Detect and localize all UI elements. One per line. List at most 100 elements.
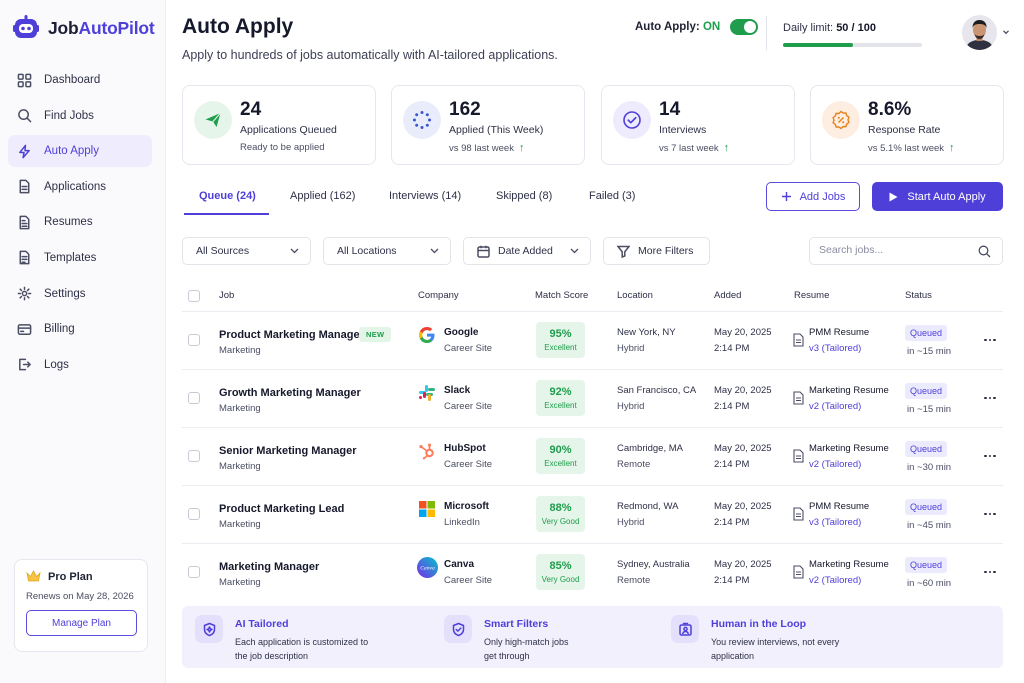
search-input[interactable] [819, 244, 969, 256]
sidebar-item-find-jobs[interactable]: Find Jobs [8, 100, 152, 132]
company-source: Career Site [444, 459, 493, 470]
resume-version-link[interactable]: v2 (Tailored) [809, 575, 861, 586]
row-menu-icon[interactable] [984, 392, 996, 404]
sources-filter[interactable]: All Sources [182, 237, 311, 265]
robot-logo-icon [13, 15, 39, 38]
row-checkbox[interactable] [188, 392, 200, 404]
row-checkbox[interactable] [188, 450, 200, 462]
stat-label: Applied (This Week) [449, 124, 544, 136]
search-icon[interactable] [978, 245, 991, 258]
resume-name: Marketing Resume [809, 443, 889, 454]
sidebar-item-logs[interactable]: Logs [8, 349, 152, 381]
template-icon [19, 251, 30, 265]
column-header-added[interactable]: Added [714, 290, 741, 301]
add-jobs-button[interactable]: Add Jobs [766, 182, 860, 211]
table-row[interactable]: Growth Marketing Manager Marketing Slack… [182, 370, 1003, 428]
row-menu-icon[interactable] [984, 450, 996, 462]
company-name: Canva [444, 559, 475, 570]
resume-file-icon [793, 565, 804, 579]
google-logo-icon [419, 327, 435, 343]
row-menu-icon[interactable] [984, 508, 996, 520]
stat-label: Interviews [659, 124, 707, 136]
percent-badge-icon [822, 101, 860, 139]
file-icon [19, 215, 30, 230]
check-circle-icon [613, 101, 651, 139]
column-header-company[interactable]: Company [418, 290, 459, 301]
sidebar-item-resumes[interactable]: Resumes [8, 206, 152, 238]
match-score: 85% Very Good [536, 554, 585, 590]
sidebar-item-billing[interactable]: Billing [8, 313, 152, 345]
resume-version-link[interactable]: v2 (Tailored) [809, 459, 861, 470]
job-title[interactable]: Product Marketing Lead [219, 503, 344, 515]
manage-plan-button[interactable]: Manage Plan [26, 610, 137, 636]
location-mode: Remote [617, 575, 651, 586]
select-all-checkbox[interactable] [188, 290, 200, 302]
resume-file-icon [793, 333, 804, 347]
sidebar-item-settings[interactable]: Settings [8, 278, 152, 310]
chevron-down-icon[interactable] [1001, 27, 1011, 37]
job-title[interactable]: Growth Marketing Manager [219, 387, 361, 399]
more-filters-button[interactable]: More Filters [603, 237, 710, 265]
resume-name: PMM Resume [809, 501, 870, 512]
new-badge: NEW [359, 327, 392, 342]
locations-filter[interactable]: All Locations [323, 237, 451, 265]
resume-name: Marketing Resume [809, 385, 889, 396]
row-menu-icon[interactable] [984, 566, 996, 578]
row-checkbox[interactable] [188, 508, 200, 520]
trend-up-icon: ↑ [949, 142, 955, 154]
auto-apply-toggle[interactable] [730, 19, 759, 35]
table-row[interactable]: Product Marketing Manager NEW Marketing … [182, 312, 1003, 370]
added-date: May 20, 2025 [714, 385, 772, 396]
stat-label: Applications Queued [240, 124, 337, 136]
status-badge: Queued [905, 557, 948, 573]
table-row[interactable]: Product Marketing Lead Marketing Microso… [182, 486, 1003, 544]
column-header-resume[interactable]: Resume [794, 290, 829, 301]
location-mode: Hybrid [617, 401, 645, 412]
column-header-status[interactable]: Status [905, 290, 932, 301]
company-name: Slack [444, 385, 471, 396]
added-time: 2:14 PM [714, 459, 750, 470]
feature-description: Each application is customized to the jo… [235, 637, 369, 661]
tab-skipped[interactable]: Skipped (8) [496, 190, 552, 202]
sidebar-item-templates[interactable]: Templates [8, 242, 152, 274]
row-checkbox[interactable] [188, 334, 200, 346]
table-row[interactable]: Marketing Manager Marketing Canva Canva … [182, 544, 1003, 602]
stat-subtext: vs 5.1% last week ↑ [868, 142, 955, 154]
status-badge: Queued [905, 441, 948, 457]
location-city: New York, NY [617, 327, 676, 338]
tab-applied[interactable]: Applied (162) [290, 190, 355, 202]
page-title: Auto Apply [182, 15, 294, 38]
sidebar: JobAutoPilot Dashboard Find Jobs Auto Ap… [0, 0, 166, 683]
filter-icon [617, 245, 630, 258]
sidebar-item-applications[interactable]: Applications [8, 171, 152, 203]
status-eta: in ~45 min [907, 520, 952, 531]
company-source: Career Site [444, 575, 493, 586]
column-header-job[interactable]: Job [219, 290, 234, 301]
location-city: Sydney, Australia [617, 559, 690, 570]
tab-failed[interactable]: Failed (3) [589, 190, 635, 202]
date-added-filter[interactable]: Date Added [463, 237, 591, 265]
brand[interactable]: JobAutoPilot [12, 14, 155, 42]
row-menu-icon[interactable] [984, 334, 996, 346]
table-row[interactable]: Senior Marketing Manager Marketing HubSp… [182, 428, 1003, 486]
sidebar-item-dashboard[interactable]: Dashboard [8, 64, 152, 96]
column-header-location[interactable]: Location [617, 290, 653, 301]
added-date: May 20, 2025 [714, 559, 772, 570]
start-auto-apply-button[interactable]: Start Auto Apply [872, 182, 1003, 211]
job-title[interactable]: Product Marketing Manager [219, 329, 364, 341]
resume-version-link[interactable]: v3 (Tailored) [809, 517, 861, 528]
sidebar-item-label: Templates [44, 251, 97, 264]
location-mode: Remote [617, 459, 651, 470]
column-header-match-score[interactable]: Match Score [535, 290, 588, 301]
stat-card-applied: 162 Applied (This Week) vs 98 last week ↑ [391, 85, 585, 165]
tab-queue[interactable]: Queue (24) [199, 190, 256, 202]
tab-interviews[interactable]: Interviews (14) [389, 190, 461, 202]
sidebar-item-label: Auto Apply [44, 145, 99, 158]
user-avatar[interactable] [962, 15, 997, 50]
job-title[interactable]: Senior Marketing Manager [219, 445, 357, 457]
sidebar-item-auto-apply[interactable]: Auto Apply [8, 135, 152, 168]
resume-version-link[interactable]: v3 (Tailored) [809, 343, 861, 354]
resume-version-link[interactable]: v2 (Tailored) [809, 401, 861, 412]
job-title[interactable]: Marketing Manager [219, 561, 319, 573]
row-checkbox[interactable] [188, 566, 200, 578]
